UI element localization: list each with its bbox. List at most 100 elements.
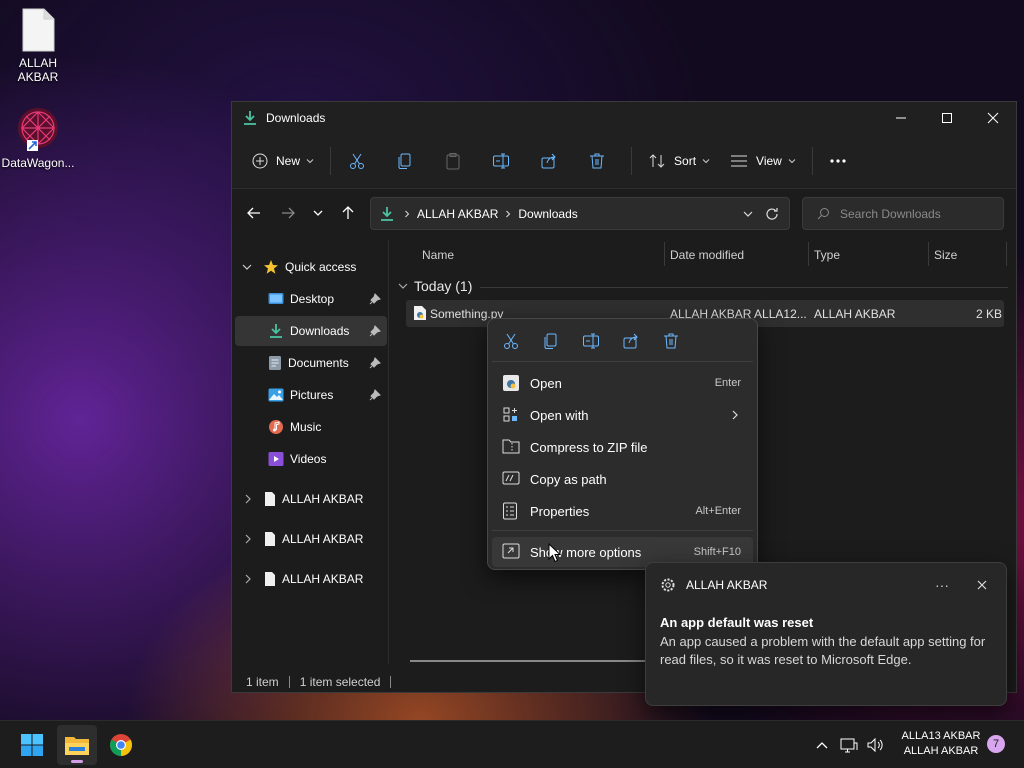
menu-divider xyxy=(492,361,753,362)
search-box[interactable]: Search Downloads xyxy=(802,197,1004,230)
menu-item-open[interactable]: Open Enter xyxy=(492,368,753,398)
taskbar: ALLA13 AKBAR ALLAH AKBAR 7 xyxy=(0,720,1024,768)
context-cut-button[interactable] xyxy=(502,329,542,353)
menu-item-copy-as-path[interactable]: Copy as path xyxy=(492,464,753,494)
column-divider[interactable] xyxy=(808,242,809,266)
videos-icon xyxy=(268,451,284,467)
context-copy-button[interactable] xyxy=(542,329,582,353)
title-bar[interactable]: Downloads xyxy=(232,102,1016,134)
sidebar-item-videos[interactable]: Videos xyxy=(235,444,387,474)
system-tray xyxy=(816,721,884,768)
horizontal-scrollbar[interactable] xyxy=(410,660,650,662)
pin-icon xyxy=(369,293,387,305)
chevron-down-icon xyxy=(702,157,710,165)
python-file-icon xyxy=(413,305,427,321)
taskbar-chrome[interactable] xyxy=(101,725,141,765)
paste-button[interactable] xyxy=(433,144,473,178)
sidebar-item-music[interactable]: Music xyxy=(235,412,387,442)
desktop-icon-label: ALLAH AKBAR xyxy=(17,56,59,84)
column-divider[interactable] xyxy=(1006,242,1007,266)
clock-date: ALLAH AKBAR xyxy=(903,745,979,757)
sort-label: Sort xyxy=(674,154,697,168)
column-header-date[interactable]: Date modified xyxy=(670,240,744,270)
desktop-icon-file[interactable]: ALLAH AKBAR xyxy=(0,8,76,84)
new-button[interactable]: New xyxy=(242,144,324,178)
view-label: View xyxy=(756,154,782,168)
notification-close-button[interactable] xyxy=(972,575,992,595)
copy-icon xyxy=(396,152,414,170)
sidebar-item-drive[interactable]: ALLAH AKBAR xyxy=(235,564,387,594)
delete-button[interactable] xyxy=(577,144,617,178)
clock[interactable]: ALLA13 AKBAR ALLAH AKBAR xyxy=(896,729,986,759)
breadcrumb-root[interactable]: ALLAH AKBAR xyxy=(417,207,498,221)
notification-more-button[interactable]: ··· xyxy=(932,575,952,595)
arrow-right-icon xyxy=(281,206,295,220)
minimize-button[interactable] xyxy=(878,102,924,134)
chevron-down-icon xyxy=(398,281,408,291)
up-button[interactable] xyxy=(332,197,364,229)
more-options-button[interactable] xyxy=(819,144,857,178)
show-hidden-icons-chevron-icon[interactable] xyxy=(816,741,828,749)
desktop-icon-datawagon[interactable]: DataWagon... xyxy=(0,106,76,170)
active-app-indicator xyxy=(71,760,83,763)
sidebar-item-label: Pictures xyxy=(290,388,334,402)
toolbar-divider xyxy=(330,147,332,175)
notification-app-name: ALLAH AKBAR xyxy=(686,578,768,592)
rename-button[interactable] xyxy=(481,144,521,178)
search-icon xyxy=(817,207,830,220)
column-divider[interactable] xyxy=(928,242,929,266)
sidebar-item-label: Quick access xyxy=(285,260,357,274)
file-type: ALLAH AKBAR xyxy=(814,307,896,321)
search-placeholder: Search Downloads xyxy=(840,206,941,221)
copy-path-icon xyxy=(502,470,520,488)
clock-time: ALLA13 AKBAR xyxy=(901,730,981,742)
sidebar-item-label: Desktop xyxy=(290,292,335,306)
view-list-icon xyxy=(730,154,748,168)
documents-icon xyxy=(268,355,282,371)
downloads-icon xyxy=(268,323,284,339)
copy-button[interactable] xyxy=(385,144,425,178)
start-button[interactable] xyxy=(12,725,52,765)
maximize-button[interactable] xyxy=(924,102,970,134)
context-rename-button[interactable] xyxy=(582,329,622,353)
pin-icon xyxy=(369,325,387,337)
column-header-type[interactable]: Type xyxy=(814,240,840,270)
sidebar-item-pictures[interactable]: Pictures xyxy=(235,380,387,410)
sidebar-item-drive[interactable]: ALLAH AKBAR xyxy=(235,524,387,554)
sidebar-item-documents[interactable]: Documents xyxy=(235,348,387,378)
context-share-button[interactable] xyxy=(622,329,662,353)
view-button[interactable]: View xyxy=(720,144,806,178)
address-bar[interactable]: ALLAH AKBAR Downloads xyxy=(370,197,790,230)
close-button[interactable] xyxy=(970,102,1016,134)
volume-icon[interactable] xyxy=(866,737,884,753)
command-bar: New Sort View xyxy=(232,134,1016,189)
cut-button[interactable] xyxy=(337,144,377,178)
menu-item-open-with[interactable]: Open with xyxy=(492,400,753,430)
forward-button[interactable] xyxy=(272,197,304,229)
recent-locations-button[interactable] xyxy=(302,197,334,229)
network-icon[interactable] xyxy=(840,737,858,753)
taskbar-file-explorer[interactable] xyxy=(57,725,97,765)
back-button[interactable] xyxy=(238,197,270,229)
notification-count-badge[interactable]: 7 xyxy=(987,735,1005,753)
column-header-name[interactable]: Name xyxy=(422,240,454,270)
sort-button[interactable]: Sort xyxy=(638,144,720,178)
sidebar-item-quick-access[interactable]: Quick access xyxy=(235,252,387,282)
breadcrumb-current[interactable]: Downloads xyxy=(518,207,577,221)
column-divider[interactable] xyxy=(664,242,665,266)
group-header[interactable]: Today (1) xyxy=(398,278,472,294)
sidebar-item-label: Documents xyxy=(288,356,349,370)
column-header-size[interactable]: Size xyxy=(934,240,957,270)
share-button[interactable] xyxy=(529,144,569,178)
address-dropdown-icon[interactable] xyxy=(743,209,753,219)
desktop-folder-icon xyxy=(268,292,284,306)
menu-item-properties[interactable]: Properties Alt+Enter xyxy=(492,496,753,526)
refresh-icon[interactable] xyxy=(765,207,779,221)
sidebar-item-downloads[interactable]: Downloads xyxy=(235,316,387,346)
sidebar-item-drive[interactable]: ALLAH AKBAR xyxy=(235,484,387,514)
context-delete-button[interactable] xyxy=(662,329,702,353)
share-icon xyxy=(540,152,558,170)
menu-item-compress[interactable]: Compress to ZIP file xyxy=(492,432,753,462)
notification-toast[interactable]: ALLAH AKBAR ··· An app default was reset… xyxy=(645,562,1007,706)
sidebar-item-desktop[interactable]: Desktop xyxy=(235,284,387,314)
